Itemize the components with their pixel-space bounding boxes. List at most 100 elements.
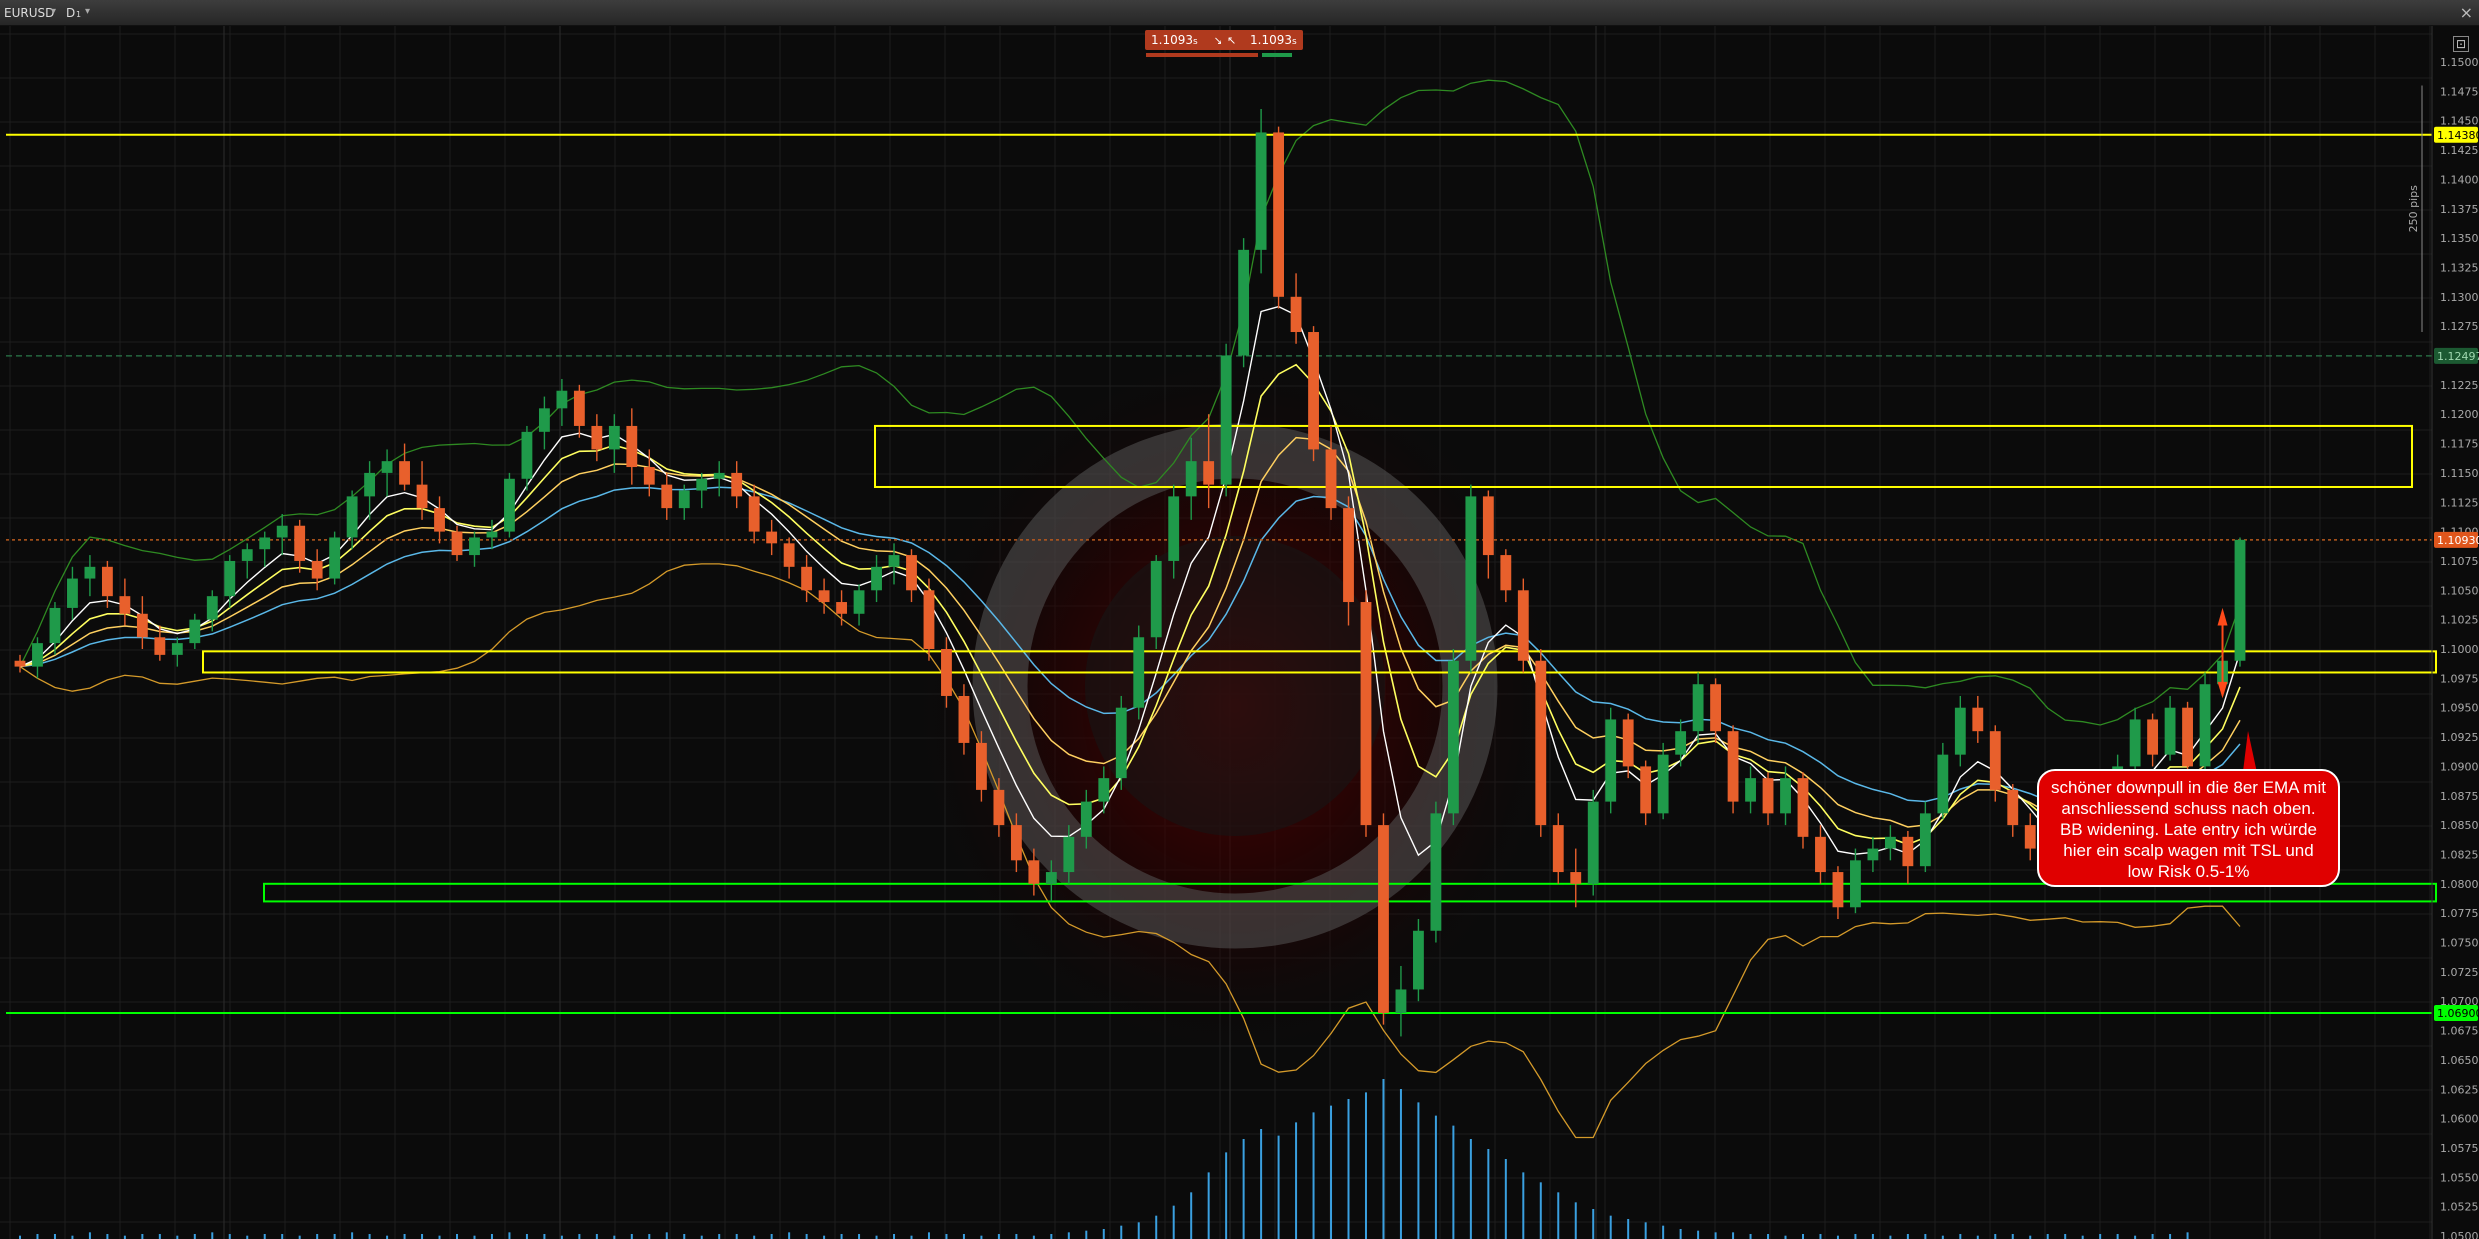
candle-bull — [241, 549, 253, 561]
candle-bull — [1063, 836, 1075, 873]
candle-bear — [1710, 684, 1722, 732]
candle-bull — [1045, 872, 1057, 884]
candle-bull — [49, 607, 61, 644]
candle-bear — [1989, 731, 2001, 790]
candle-bull — [1080, 801, 1092, 837]
candle-bear — [1273, 132, 1285, 297]
candle-bear — [783, 543, 795, 567]
candle-bear — [1832, 872, 1844, 908]
chart-settings-icon[interactable]: ⊡ — [2453, 36, 2469, 52]
candle-bull — [1168, 496, 1180, 561]
candle-bear — [1517, 590, 1529, 661]
chart-toolbar: EURUSD ▾ D 1 ▾ × — [0, 0, 2479, 26]
timeframe-subscript: 1 — [76, 10, 82, 19]
price-tick-label: 1.13500 — [2440, 232, 2479, 245]
symbol-selector[interactable]: EURUSD — [4, 6, 54, 20]
candle-bull — [1657, 754, 1669, 814]
candle-bull — [469, 537, 480, 556]
price-chart[interactable]: 1.15000 1.14750 1.14500 1.14250 1.14000 1.137… — [0, 26, 2479, 1239]
symbol-dropdown-icon[interactable]: ▾ — [51, 6, 56, 17]
buy-order-button[interactable]: ↖ 1.1093s — [1221, 30, 1303, 50]
candle-bear — [1570, 872, 1582, 884]
candle-bull — [276, 525, 288, 538]
candle-bull — [224, 560, 236, 597]
timeframe-dropdown-icon[interactable]: ▾ — [85, 6, 90, 17]
candle-bear — [1552, 825, 1564, 873]
candle-bull — [67, 578, 78, 608]
pip-ruler-label: 250 pips — [2407, 185, 2420, 233]
candle-bear — [1308, 332, 1319, 450]
candle-bear — [399, 461, 410, 485]
candle-bear — [1727, 731, 1739, 802]
candle-bear — [1378, 825, 1389, 1013]
candle-bear — [748, 496, 760, 532]
sell-volume-bar — [1146, 53, 1258, 57]
candle-bull — [678, 490, 690, 509]
price-tick-label: 1.15000 — [2440, 56, 2479, 69]
candle-bull — [871, 566, 882, 591]
candle-bull — [1133, 637, 1145, 708]
price-tick-label: 1.09250 — [2440, 731, 2479, 744]
candle-bull — [888, 555, 900, 567]
candle-bear — [1797, 778, 1809, 837]
candle-bear — [2007, 789, 2019, 826]
price-badge-label: 1.10930 — [2437, 534, 2479, 547]
price-tick-label: 1.07250 — [2440, 966, 2479, 979]
candle-bear — [2182, 707, 2193, 767]
price-tick-label: 1.14000 — [2440, 173, 2479, 186]
candle-bear — [661, 484, 673, 509]
price-tick-label: 1.11750 — [2440, 438, 2479, 451]
candle-bear — [294, 525, 306, 561]
candle-bull — [2129, 719, 2141, 767]
candle-bull — [1605, 719, 1617, 802]
candle-bull — [486, 531, 498, 538]
buy-price: 1.1093 — [1250, 33, 1293, 47]
price-tick-label: 1.05500 — [2440, 1171, 2479, 1184]
close-icon[interactable]: × — [2460, 3, 2473, 22]
candle-bull — [1780, 778, 1791, 814]
price-tick-label: 1.09750 — [2440, 672, 2479, 685]
candle-bull — [1954, 707, 1966, 755]
candle-bull — [1185, 461, 1197, 497]
candle-bull — [696, 478, 708, 491]
trade-annotation-callout[interactable]: schöner downpull in die 8er EMA mit ansc… — [2037, 769, 2340, 887]
price-tick-label: 1.14500 — [2440, 115, 2479, 128]
candle-bull — [259, 537, 271, 550]
candle-bull — [1255, 132, 1267, 250]
candle-bear — [311, 560, 323, 579]
candle-bull — [1675, 731, 1687, 755]
price-tick-label: 1.12250 — [2440, 379, 2479, 392]
price-tick-label: 1.10250 — [2440, 614, 2479, 627]
candle-bull — [1850, 860, 1861, 908]
candle-bull — [364, 472, 376, 497]
candle-bull — [346, 496, 358, 538]
price-tick-label: 1.10000 — [2440, 643, 2479, 656]
candle-bear — [1360, 602, 1372, 826]
candle-bear — [14, 660, 26, 667]
candle-bear — [1290, 296, 1302, 333]
candle-bull — [189, 619, 201, 644]
candle-bear — [975, 742, 987, 790]
candle-bull — [504, 478, 515, 532]
price-tick-label: 1.10750 — [2440, 555, 2479, 568]
candle-bull — [1098, 778, 1110, 802]
candle-bull — [1115, 707, 1127, 779]
candle-bear — [1010, 825, 1022, 861]
timeframe-selector[interactable]: D — [66, 6, 75, 20]
candle-bull — [1220, 355, 1232, 485]
candle-bull — [2164, 707, 2176, 755]
candle-bear — [1972, 707, 1984, 732]
candle-bull — [608, 425, 620, 450]
candle-bull — [1919, 813, 1931, 867]
candle-bull — [206, 596, 218, 620]
candle-bear — [818, 590, 830, 603]
candle-bear — [1640, 766, 1652, 814]
candle-bear — [1028, 860, 1040, 884]
candle-bull — [713, 472, 725, 479]
candle-bull — [1867, 848, 1879, 861]
sell-order-button[interactable]: 1.1093s ↘ — [1145, 30, 1229, 50]
candle-bear — [1815, 836, 1826, 873]
candle-bear — [2147, 719, 2159, 755]
candle-bear — [906, 555, 917, 591]
price-tick-label: 1.13250 — [2440, 261, 2479, 274]
